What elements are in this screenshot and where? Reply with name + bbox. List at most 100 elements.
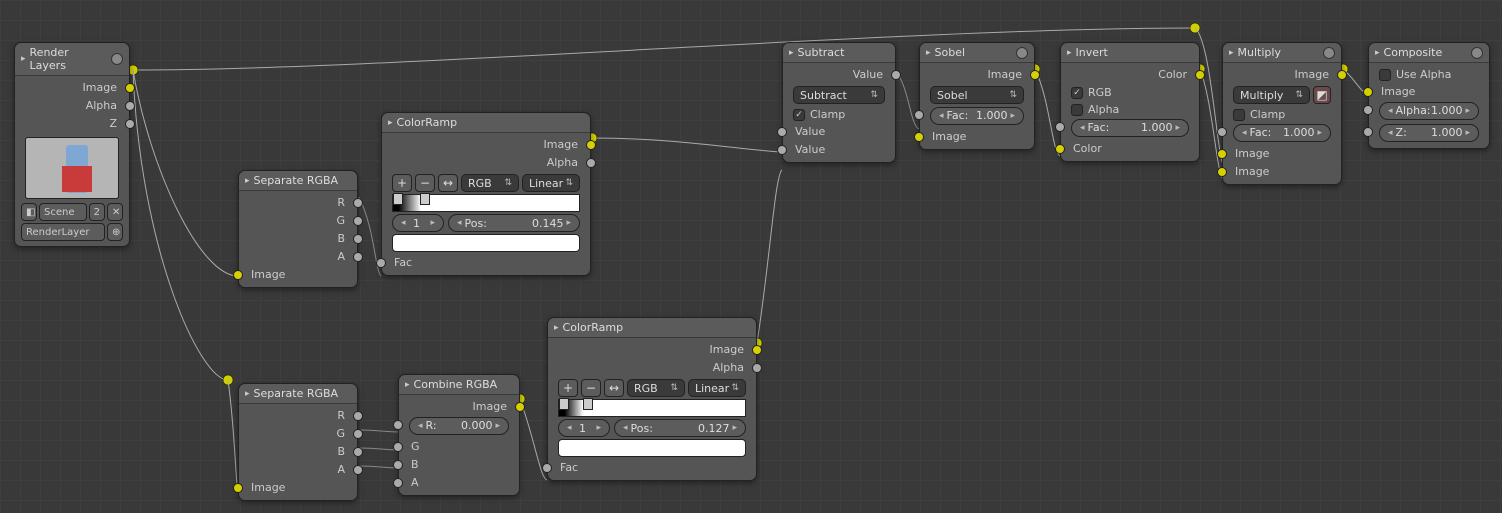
socket-in-image1[interactable]	[1217, 149, 1227, 159]
ramp-color-swatch[interactable]	[392, 234, 580, 252]
ramp-mode-dropdown[interactable]: RGB⇅	[627, 379, 685, 397]
preview-icon[interactable]	[1016, 47, 1028, 59]
node-composite[interactable]: ▸ Composite Use Alpha Image ◂Alpha:1.000…	[1368, 42, 1490, 149]
layer-name[interactable]: RenderLayer	[21, 223, 105, 241]
socket-in-value2[interactable]	[777, 145, 787, 155]
node-subtract[interactable]: ▸ Subtract Value Subtract⇅ Clamp Value V…	[782, 42, 896, 163]
node-header[interactable]: ▸ Render Layers	[15, 43, 129, 76]
node-colorramp-1[interactable]: ▸ ColorRamp Image Alpha + − ↔ RGB⇅ Linea…	[381, 112, 591, 276]
socket-out-alpha[interactable]	[586, 158, 596, 168]
collapse-icon[interactable]: ▸	[1229, 48, 1234, 58]
ramp-interp-dropdown[interactable]: Linear⇅	[688, 379, 746, 397]
ramp-gradient[interactable]	[392, 194, 580, 212]
socket-out-image[interactable]	[1030, 70, 1040, 80]
socket-out-b[interactable]	[353, 234, 363, 244]
fac-field[interactable]: ◂Fac:1.000▸	[930, 107, 1024, 125]
node-header[interactable]: ▸ Invert	[1061, 43, 1199, 63]
collapse-icon[interactable]: ▸	[388, 118, 393, 128]
node-header[interactable]: ▸ Combine RGBA	[399, 375, 519, 395]
ramp-remove-button[interactable]: −	[581, 379, 601, 397]
node-colorramp-2[interactable]: ▸ ColorRamp Image Alpha + − ↔ RGB⇅ Linea…	[547, 317, 757, 481]
socket-in-fac[interactable]	[1217, 127, 1227, 137]
node-header[interactable]: ▸ Sobel	[920, 43, 1034, 63]
socket-out-image[interactable]	[752, 345, 762, 355]
node-multiply[interactable]: ▸ Multiply Image Multiply⇅ ◩ Clamp ◂Fac:…	[1222, 42, 1342, 185]
socket-in-image[interactable]	[233, 270, 243, 280]
socket-out-a[interactable]	[353, 465, 363, 475]
socket-in-image[interactable]	[914, 132, 924, 142]
fac-field[interactable]: ◂Fac:1.000▸	[1233, 124, 1331, 142]
collapse-icon[interactable]: ▸	[21, 54, 26, 64]
node-header[interactable]: ▸ Subtract	[783, 43, 895, 63]
socket-out-g[interactable]	[353, 429, 363, 439]
socket-in-fac[interactable]	[542, 463, 552, 473]
preview-icon[interactable]	[111, 53, 123, 65]
scene-name[interactable]: Scene	[39, 203, 87, 221]
socket-out-image[interactable]	[125, 83, 135, 93]
node-header[interactable]: ▸ ColorRamp	[548, 318, 756, 338]
socket-in-color[interactable]	[1055, 144, 1065, 154]
socket-out-image[interactable]	[515, 402, 525, 412]
layer-pin-icon[interactable]: ⊕	[107, 223, 123, 241]
fac-field[interactable]: ◂Fac:1.000▸	[1071, 119, 1189, 137]
node-sobel[interactable]: ▸ Sobel Image Sobel⇅ ◂Fac:1.000▸ Image	[919, 42, 1035, 150]
node-header[interactable]: ▸ ColorRamp	[382, 113, 590, 133]
ramp-mode-dropdown[interactable]: RGB⇅	[461, 174, 519, 192]
node-separate-rgba-2[interactable]: ▸ Separate RGBA R G B A Image	[238, 383, 358, 501]
socket-out-image[interactable]	[1337, 70, 1347, 80]
scene-selector[interactable]: ◧ Scene 2 ✕	[21, 203, 123, 221]
socket-out-a[interactable]	[353, 252, 363, 262]
socket-in-image[interactable]	[1363, 87, 1373, 97]
socket-out-color[interactable]	[1195, 70, 1205, 80]
socket-in-a[interactable]	[393, 478, 403, 488]
socket-out-z[interactable]	[125, 119, 135, 129]
socket-in-alpha[interactable]	[1363, 105, 1373, 115]
collapse-icon[interactable]: ▸	[1067, 48, 1072, 58]
node-header[interactable]: ▸ Separate RGBA	[239, 384, 357, 404]
ramp-index-field[interactable]: ◂1▸	[392, 214, 444, 232]
collapse-icon[interactable]: ▸	[245, 389, 250, 399]
socket-out-b[interactable]	[353, 447, 363, 457]
node-render-layers[interactable]: ▸ Render Layers Image Alpha Z ◧ Scene 2 …	[14, 42, 130, 247]
blend-mode-dropdown[interactable]: Multiply⇅	[1233, 86, 1310, 104]
r-value-field[interactable]: ◂R:0.000▸	[409, 417, 509, 435]
scene-users[interactable]: 2	[89, 203, 105, 221]
preview-icon[interactable]	[1471, 47, 1483, 59]
ramp-remove-button[interactable]: −	[415, 174, 435, 192]
node-header[interactable]: ▸ Composite	[1369, 43, 1489, 63]
collapse-icon[interactable]: ▸	[554, 323, 559, 333]
preview-icon[interactable]	[1323, 47, 1335, 59]
ramp-pos-field[interactable]: ◂Pos:0.127▸	[614, 419, 746, 437]
collapse-icon[interactable]: ▸	[926, 48, 931, 58]
ramp-index-field[interactable]: ◂1▸	[558, 419, 610, 437]
scene-browse-icon[interactable]: ◧	[21, 203, 37, 221]
socket-in-z[interactable]	[1363, 127, 1373, 137]
ramp-add-button[interactable]: +	[558, 379, 578, 397]
ramp-pos-field[interactable]: ◂Pos:0.145▸	[448, 214, 580, 232]
collapse-icon[interactable]: ▸	[245, 176, 250, 186]
ramp-color-swatch[interactable]	[558, 439, 746, 457]
alpha-field[interactable]: ◂Alpha:1.000▸	[1379, 102, 1479, 120]
clamp-checkbox[interactable]: Clamp	[1223, 106, 1341, 123]
node-invert[interactable]: ▸ Invert Color RGB Alpha ◂Fac:1.000▸ Col…	[1060, 42, 1200, 162]
node-header[interactable]: ▸ Multiply	[1223, 43, 1341, 63]
ramp-flip-button[interactable]: ↔	[604, 379, 624, 397]
collapse-icon[interactable]: ▸	[789, 48, 794, 58]
socket-out-alpha[interactable]	[752, 363, 762, 373]
alpha-checkbox[interactable]: Alpha	[1061, 101, 1199, 118]
socket-in-image[interactable]	[233, 483, 243, 493]
socket-in-g[interactable]	[393, 442, 403, 452]
node-header[interactable]: ▸ Separate RGBA	[239, 171, 357, 191]
node-separate-rgba-1[interactable]: ▸ Separate RGBA R G B A Image	[238, 170, 358, 288]
socket-in-fac[interactable]	[1055, 122, 1065, 132]
socket-out-value[interactable]	[891, 70, 901, 80]
ramp-gradient[interactable]	[558, 399, 746, 417]
socket-in-r[interactable]	[393, 420, 403, 430]
color-picker-icon[interactable]: ◩	[1313, 86, 1331, 104]
rgb-checkbox[interactable]: RGB	[1061, 84, 1199, 101]
socket-out-r[interactable]	[353, 198, 363, 208]
socket-out-image[interactable]	[586, 140, 596, 150]
collapse-icon[interactable]: ▸	[1375, 48, 1380, 58]
filter-type-dropdown[interactable]: Sobel⇅	[930, 86, 1024, 104]
node-combine-rgba[interactable]: ▸ Combine RGBA Image ◂R:0.000▸ G B A	[398, 374, 520, 496]
